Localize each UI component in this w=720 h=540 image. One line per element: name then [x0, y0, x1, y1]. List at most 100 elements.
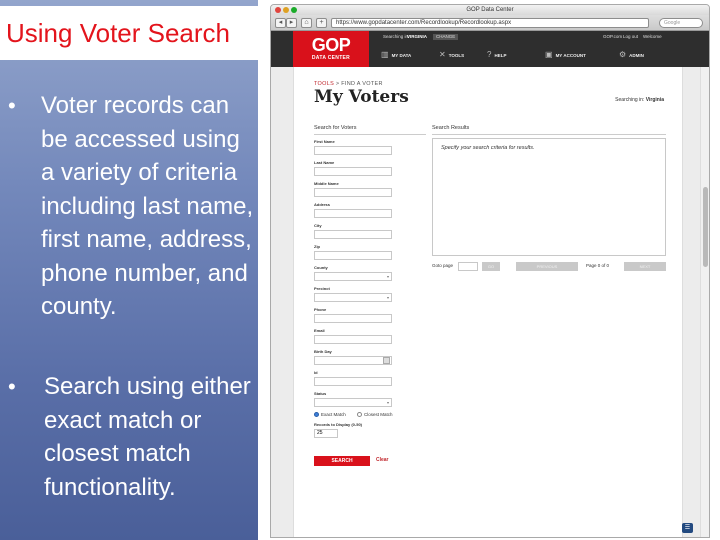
- last-name-input[interactable]: [314, 167, 392, 176]
- previous-button[interactable]: PREVIOUS: [516, 262, 578, 271]
- search-form: Search for Voters First Name Last Name M…: [314, 125, 426, 467]
- zip-label: Zip: [314, 244, 320, 249]
- logout-link[interactable]: Log out: [623, 31, 638, 43]
- calendar-icon[interactable]: [383, 357, 390, 364]
- status-select[interactable]: ▾: [314, 398, 392, 407]
- radio-unselected-icon[interactable]: [357, 412, 363, 418]
- goto-page-input[interactable]: [458, 262, 478, 271]
- search-button[interactable]: SEARCH: [314, 456, 370, 467]
- go-button[interactable]: GO: [482, 262, 500, 271]
- slide-bullet: • Voter records can be accessed using a …: [8, 89, 258, 324]
- window-titlebar: GOP Data Center: [271, 5, 709, 15]
- admin-icon: ⚙: [619, 50, 627, 59]
- help-icon: ?: [487, 50, 492, 59]
- last-name-label: Last Name: [314, 160, 335, 165]
- browser-search-input[interactable]: Google: [659, 18, 703, 28]
- page-scrollbar[interactable]: [700, 67, 709, 537]
- status-label: Status: [314, 391, 327, 396]
- exact-match-option[interactable]: Exact Match: [314, 412, 346, 418]
- gop-logo[interactable]: GOP DATA CENTER: [293, 31, 369, 67]
- add-bookmark-icon[interactable]: +: [316, 18, 327, 28]
- gop-com-link[interactable]: GOP.com: [603, 31, 622, 43]
- close-window-icon[interactable]: [275, 7, 281, 13]
- browser-window: GOP Data Center ◂ ▸ ⌂ + https://www.gopd…: [270, 4, 710, 538]
- maximize-window-icon[interactable]: [291, 7, 297, 13]
- precinct-label: Precinct: [314, 286, 330, 291]
- change-state-button[interactable]: CHANGE: [433, 34, 459, 40]
- search-results: Search Results Specify your search crite…: [432, 125, 666, 271]
- id-input[interactable]: [314, 377, 392, 386]
- account-icon: ▣: [545, 50, 553, 59]
- middle-name-label: Middle Name: [314, 181, 339, 186]
- back-icon[interactable]: ◂: [275, 18, 286, 28]
- nav-tools[interactable]: ✕ TOOLS: [439, 45, 464, 65]
- radio-selected-icon[interactable]: [314, 412, 319, 418]
- nav-label: ADMIN: [629, 53, 644, 58]
- logo-sub-text: DATA CENTER: [311, 55, 351, 61]
- nav-label: MY ACCOUNT: [555, 53, 586, 58]
- logo-main-text: GOP: [311, 35, 351, 55]
- bullet-icon: •: [8, 93, 16, 118]
- city-label: City: [314, 223, 322, 228]
- records-to-display-input[interactable]: 25: [314, 429, 338, 439]
- nav-my-data[interactable]: ▥ MY DATA: [381, 45, 411, 65]
- county-label: County: [314, 265, 328, 270]
- precinct-select[interactable]: ▾: [314, 293, 392, 302]
- bullet-text: Search using either exact match or close…: [44, 373, 251, 501]
- phone-label: Phone: [314, 307, 327, 312]
- home-icon[interactable]: ⌂: [301, 18, 312, 28]
- search-results-heading: Search Results: [432, 125, 666, 135]
- forward-icon[interactable]: ▸: [286, 18, 297, 28]
- welcome-text: Welcome: [643, 34, 662, 39]
- email-input[interactable]: [314, 335, 392, 344]
- nav-help[interactable]: ? HELP: [487, 45, 506, 65]
- chat-icon[interactable]: ☰: [682, 523, 693, 533]
- nav-admin[interactable]: ⚙ ADMIN: [619, 45, 644, 65]
- searching-in-indicator: Searching in: Virginia: [615, 97, 664, 103]
- searching-in-label: Searching in:: [383, 34, 410, 39]
- searching-in-prefix: Searching in:: [615, 97, 645, 103]
- pager: Goto page GO PREVIOUS Page 0 of 0 NEXT: [432, 262, 666, 271]
- header-top-bar: Searching in: VIRGINIA CHANGE GOP.com Lo…: [377, 31, 709, 43]
- page-title: My Voters: [314, 87, 409, 107]
- nav-label: HELP: [494, 53, 507, 58]
- address-input[interactable]: [314, 209, 392, 218]
- minimize-window-icon[interactable]: [283, 7, 289, 13]
- id-label: Id: [314, 370, 318, 375]
- page-of-text: Page 0 of 0: [586, 263, 610, 268]
- state-label: VIRGINIA: [407, 34, 428, 39]
- nav-label: TOOLS: [448, 53, 465, 58]
- next-button[interactable]: NEXT: [624, 262, 666, 271]
- first-name-input[interactable]: [314, 146, 392, 155]
- exact-match-label: Exact Match: [321, 412, 346, 417]
- chevron-down-icon: ▾: [386, 295, 389, 300]
- form-actions: SEARCH Clear: [314, 456, 426, 467]
- birth-day-input[interactable]: [314, 356, 392, 365]
- nav-my-account[interactable]: ▣ MY ACCOUNT: [545, 45, 586, 65]
- bullet-icon: •: [8, 374, 16, 399]
- phone-input[interactable]: [314, 314, 392, 323]
- city-input[interactable]: [314, 230, 392, 239]
- middle-name-input[interactable]: [314, 188, 392, 197]
- browser-toolbar: ◂ ▸ ⌂ + https://www.gopdatacenter.com/Re…: [271, 15, 709, 31]
- records-to-display-label: Records to Display (0-50): [314, 422, 363, 428]
- tools-icon: ✕: [439, 50, 446, 59]
- match-options: Exact Match Closest Match: [314, 412, 426, 418]
- results-box: Specify your search criteria for results…: [432, 138, 666, 256]
- bullet-text: Voter records can be accessed using a va…: [41, 92, 254, 320]
- scroll-thumb[interactable]: [703, 187, 708, 267]
- nav-label: MY DATA: [391, 53, 412, 58]
- clear-link[interactable]: Clear: [376, 457, 389, 463]
- first-name-label: First Name: [314, 139, 335, 144]
- window-title: GOP Data Center: [466, 7, 514, 13]
- email-label: Email: [314, 328, 325, 333]
- page-content: TOOLS > FIND A VOTER My Voters Searching…: [293, 67, 683, 537]
- zip-input[interactable]: [314, 251, 392, 260]
- closest-match-label: Closest Match: [364, 412, 393, 417]
- county-select[interactable]: ▾: [314, 272, 392, 281]
- goto-page-label: Goto page: [432, 263, 454, 268]
- search-form-heading: Search for Voters: [314, 125, 426, 135]
- url-bar[interactable]: https://www.gopdatacenter.com/Recordlook…: [331, 18, 649, 28]
- address-label: Address: [314, 202, 331, 207]
- closest-match-option[interactable]: Closest Match: [357, 412, 393, 418]
